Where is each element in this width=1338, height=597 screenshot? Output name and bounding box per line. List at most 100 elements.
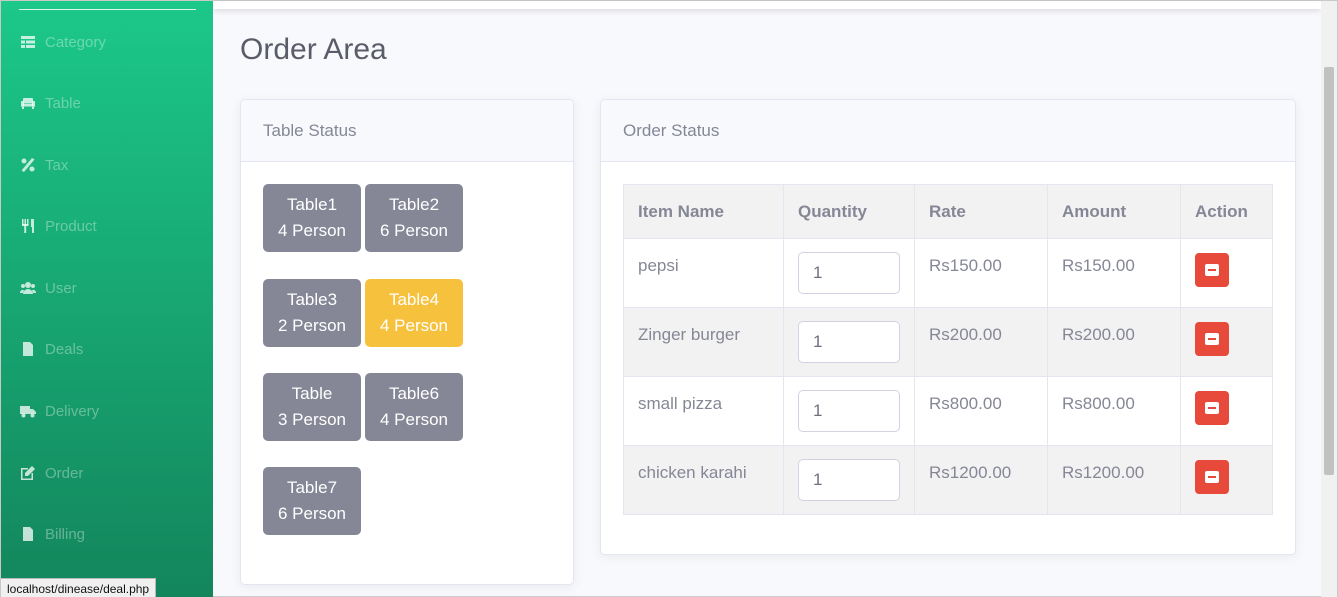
sidebar-item-delivery[interactable]: Delivery <box>19 399 99 423</box>
minus-square-icon <box>1205 264 1219 276</box>
table-capacity: 4 Person <box>379 410 449 429</box>
sidebar-item-order[interactable]: Order <box>19 461 83 485</box>
quantity-input[interactable] <box>798 390 900 432</box>
table-row: pepsi Rs150.00 Rs150.00 <box>623 238 1273 308</box>
rate: Rs800.00 <box>914 376 1048 446</box>
table-capacity: 2 Person <box>277 316 347 335</box>
page-title: Order Area <box>240 33 387 66</box>
table-name: Table6 <box>388 384 440 403</box>
quantity-input[interactable] <box>798 252 900 294</box>
amount: Rs150.00 <box>1047 238 1181 308</box>
table-icon <box>19 33 37 51</box>
column-header-rate: Rate <box>914 184 1048 239</box>
couch-icon <box>19 94 37 112</box>
table-row: Zinger burger Rs200.00 Rs200.00 <box>623 307 1273 377</box>
table-button-5[interactable]: Table 3 Person <box>263 373 361 441</box>
rate: Rs200.00 <box>914 307 1048 377</box>
percent-icon <box>19 156 37 174</box>
quantity-cell <box>783 238 915 308</box>
browser-status-url: localhost/dinease/deal.php <box>1 578 157 597</box>
table-name: Table1 <box>286 195 338 214</box>
quantity-input[interactable] <box>798 459 900 501</box>
sidebar-item-tax[interactable]: Tax <box>19 153 68 177</box>
table-status-header: Table Status <box>241 100 573 162</box>
action-cell <box>1180 376 1273 446</box>
remove-item-button[interactable] <box>1195 460 1229 494</box>
sidebar-item-label: Deals <box>45 340 84 358</box>
quantity-cell <box>783 307 915 377</box>
table-capacity: 6 Person <box>277 504 347 523</box>
table-capacity: 4 Person <box>277 221 347 240</box>
sidebar: Category Table Tax Product User Deals De… <box>1 1 213 597</box>
sidebar-item-label: Tax <box>45 156 69 174</box>
table-name: Table7 <box>286 478 338 497</box>
item-name: pepsi <box>623 238 784 308</box>
truck-icon <box>19 402 37 420</box>
remove-item-button[interactable] <box>1195 322 1229 356</box>
order-status-card: Order Status Item Name Quantity Rate Amo… <box>600 99 1296 555</box>
table-button-7[interactable]: Table7 6 Person <box>263 467 361 535</box>
table-row: chicken karahi Rs1200.00 Rs1200.00 <box>623 445 1273 515</box>
amount: Rs800.00 <box>1047 376 1181 446</box>
quantity-cell <box>783 445 915 515</box>
sidebar-item-label: Product <box>45 217 97 235</box>
item-name: Zinger burger <box>623 307 784 377</box>
table-status-card: Table Status Table1 4 Person Table2 6 Pe… <box>240 99 574 585</box>
sidebar-item-label: Category <box>45 33 106 51</box>
table-row: small pizza Rs800.00 Rs800.00 <box>623 376 1273 446</box>
order-status-header: Order Status <box>601 100 1295 162</box>
edit-icon <box>19 464 37 482</box>
file-text-icon <box>19 525 37 543</box>
minus-square-icon <box>1205 402 1219 414</box>
minus-square-icon <box>1205 333 1219 345</box>
utensils-icon <box>19 217 37 235</box>
sidebar-item-billing[interactable]: Billing <box>19 522 85 546</box>
table-name: Table4 <box>388 290 440 309</box>
users-icon <box>19 279 37 297</box>
action-cell <box>1180 445 1273 515</box>
item-name: chicken karahi <box>623 445 784 515</box>
quantity-input[interactable] <box>798 321 900 363</box>
table-name: Table3 <box>286 290 338 309</box>
sidebar-divider <box>19 9 196 10</box>
column-header-amount: Amount <box>1047 184 1181 239</box>
minus-square-icon <box>1205 471 1219 483</box>
table-button-3[interactable]: Table3 2 Person <box>263 279 361 347</box>
rate: Rs1200.00 <box>914 445 1048 515</box>
table-header-row: Item Name Quantity Rate Amount Action <box>623 184 1273 239</box>
amount: Rs200.00 <box>1047 307 1181 377</box>
file-icon <box>19 340 37 358</box>
sidebar-item-label: Billing <box>45 525 86 543</box>
page-scrollbar[interactable] <box>1321 1 1337 597</box>
action-cell <box>1180 238 1273 308</box>
table-capacity: 4 Person <box>379 316 449 335</box>
table-name: Table <box>291 384 333 403</box>
column-header-quantity: Quantity <box>783 184 915 239</box>
table-button-4[interactable]: Table4 4 Person <box>365 279 463 347</box>
remove-item-button[interactable] <box>1195 391 1229 425</box>
sidebar-item-user[interactable]: User <box>19 276 77 300</box>
order-table: Item Name Quantity Rate Amount Action pe… <box>623 184 1273 515</box>
sidebar-item-label: Table <box>45 94 81 112</box>
sidebar-item-category[interactable]: Category <box>19 30 106 54</box>
scrollbar-thumb[interactable] <box>1324 67 1334 475</box>
sidebar-item-product[interactable]: Product <box>19 214 97 238</box>
action-cell <box>1180 307 1273 377</box>
rate: Rs150.00 <box>914 238 1048 308</box>
table-button-1[interactable]: Table1 4 Person <box>263 184 361 252</box>
remove-item-button[interactable] <box>1195 253 1229 287</box>
table-capacity: 3 Person <box>277 410 347 429</box>
table-capacity: 6 Person <box>379 221 449 240</box>
amount: Rs1200.00 <box>1047 445 1181 515</box>
sidebar-item-label: User <box>45 279 77 297</box>
sidebar-item-deals[interactable]: Deals <box>19 337 83 361</box>
quantity-cell <box>783 376 915 446</box>
column-header-action: Action <box>1180 184 1273 239</box>
table-button-6[interactable]: Table6 4 Person <box>365 373 463 441</box>
sidebar-item-table[interactable]: Table <box>19 91 81 115</box>
topbar <box>213 1 1321 9</box>
table-button-2[interactable]: Table2 6 Person <box>365 184 463 252</box>
sidebar-item-label: Delivery <box>45 402 100 420</box>
table-name: Table2 <box>388 195 440 214</box>
item-name: small pizza <box>623 376 784 446</box>
